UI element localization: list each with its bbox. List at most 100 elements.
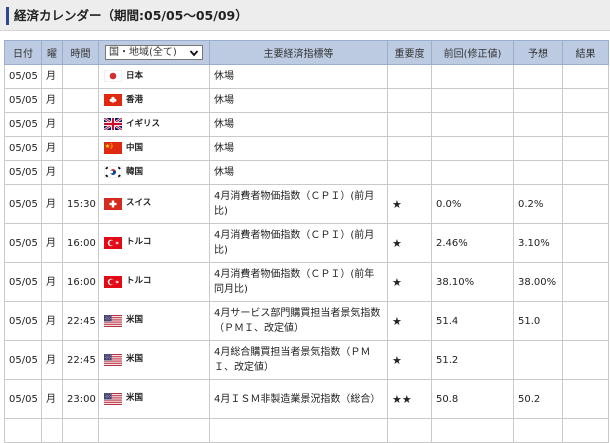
cell-date (4, 418, 42, 443)
cell-result (562, 184, 609, 224)
cell-forecast: 0.2% (513, 184, 563, 224)
hongkong-flag-icon (104, 94, 122, 107)
country-name: 米国 (126, 393, 144, 404)
cell-date: 05/05 (4, 340, 42, 380)
cell-indicator: 4月消費者物価指数（ＣＰＩ）(前年同月比) (209, 262, 388, 302)
cell-date: 05/05 (4, 262, 42, 302)
cell-date: 05/05 (4, 64, 42, 89)
chevron-down-icon (189, 50, 199, 57)
header-indicator: 主要経済指標等 (209, 40, 388, 65)
cell-forecast (513, 88, 563, 113)
cell-result (562, 64, 609, 89)
cell-date: 05/05 (4, 88, 42, 113)
cell-indicator: 休場 (209, 88, 388, 113)
country-name: 日本 (126, 70, 144, 81)
country-name: トルコ (126, 237, 152, 248)
cell-indicator: 4月ＩＳＭ非製造業景況指数（総合） (209, 379, 388, 419)
header-previous: 前回(修正値) (431, 40, 514, 65)
header-date: 日付 (4, 40, 42, 65)
cell-result (562, 88, 609, 113)
country-name: 香港 (126, 94, 144, 105)
cell-importance (387, 88, 432, 113)
cell-indicator: 4月総合購買担当者景気指数（ＰＭＩ、改定値） (209, 340, 388, 380)
economic-calendar-table: 日付 曜 時間 国・地域(全て) 主要経済指標等 重要度 前回(修正値) 予想 … (4, 40, 609, 443)
cell-date: 05/05 (4, 112, 42, 137)
cell-time: 23:00 (62, 379, 99, 419)
cell-importance (387, 160, 432, 185)
cell-importance: ★ (387, 184, 432, 224)
cell-country: 米国 (98, 301, 210, 341)
header-weekday: 曜 (41, 40, 63, 65)
cell-forecast (513, 64, 563, 89)
usa-flag-icon (104, 314, 122, 327)
table-row: 05/05 月 22:45 米国 4月総合購買担当者景気指数（ＰＭＩ、改定値） ★ 51.2 (4, 340, 609, 380)
section-accent-bar (6, 7, 9, 25)
cell-previous (431, 160, 514, 185)
cell-weekday: 月 (41, 88, 63, 113)
table-row: 05/05 月 23:00 米国 4月ＩＳＭ非製造業景況指数（総合） ★★ 50.8 50.2 (4, 379, 609, 419)
turkey-flag-icon (104, 236, 122, 249)
cell-country (98, 418, 210, 443)
cell-time (62, 136, 99, 161)
korea-flag-icon (104, 166, 122, 179)
cell-forecast (513, 136, 563, 161)
country-name: イギリス (126, 118, 161, 129)
cell-importance (387, 136, 432, 161)
cell-date: 05/05 (4, 223, 42, 263)
cell-date: 05/05 (4, 301, 42, 341)
table-row (4, 418, 609, 443)
table-row: 05/05 月 韓国 休場 (4, 160, 609, 185)
cell-previous (431, 88, 514, 113)
table-row: 05/05 月 15:30 スイス 4月消費者物価指数（ＣＰＩ）(前月比) ★ 0.0% 0.… (4, 184, 609, 224)
cell-result (562, 340, 609, 380)
cell-time: 22:45 (62, 340, 99, 380)
cell-date: 05/05 (4, 184, 42, 224)
cell-country: スイス (98, 184, 210, 224)
turkey-flag-icon (104, 275, 122, 288)
table-row: 05/05 月 イギリス 休場 (4, 112, 609, 137)
cell-date: 05/05 (4, 160, 42, 185)
cell-previous (431, 112, 514, 137)
cell-weekday: 月 (41, 64, 63, 89)
cell-time: 15:30 (62, 184, 99, 224)
table-row: 05/05 月 日本 休場 (4, 64, 609, 89)
header-forecast: 予想 (513, 40, 563, 65)
cell-result (562, 136, 609, 161)
cell-time: 16:00 (62, 223, 99, 263)
cell-weekday: 月 (41, 262, 63, 302)
cell-indicator: 休場 (209, 160, 388, 185)
cell-importance: ★ (387, 301, 432, 341)
cell-country: トルコ (98, 262, 210, 302)
cell-previous: 0.0% (431, 184, 514, 224)
cell-forecast: 51.0 (513, 301, 563, 341)
cell-date: 05/05 (4, 136, 42, 161)
cell-weekday: 月 (41, 112, 63, 137)
cell-country: 中国 (98, 136, 210, 161)
cell-weekday: 月 (41, 223, 63, 263)
country-name: トルコ (126, 276, 152, 287)
cell-previous: 2.46% (431, 223, 514, 263)
cell-previous (431, 136, 514, 161)
cell-forecast (513, 160, 563, 185)
country-name: スイス (126, 198, 152, 209)
cell-indicator: 休場 (209, 112, 388, 137)
cell-result (562, 262, 609, 302)
cell-indicator: 4月消費者物価指数（ＣＰＩ）(前月比) (209, 223, 388, 263)
header-importance: 重要度 (387, 40, 432, 65)
country-filter-value: 国・地域(全て) (109, 47, 177, 58)
cell-indicator: 休場 (209, 64, 388, 89)
cell-time (62, 418, 99, 443)
cell-previous (431, 418, 514, 443)
cell-time (62, 112, 99, 137)
country-filter-select[interactable]: 国・地域(全て) (105, 45, 203, 60)
cell-result (562, 160, 609, 185)
cell-forecast: 38.00% (513, 262, 563, 302)
cell-forecast: 50.2 (513, 379, 563, 419)
china-flag-icon (104, 142, 122, 155)
cell-weekday: 月 (41, 379, 63, 419)
cell-weekday: 月 (41, 301, 63, 341)
usa-flag-icon (104, 353, 122, 366)
cell-country: 香港 (98, 88, 210, 113)
cell-importance: ★ (387, 262, 432, 302)
cell-result (562, 223, 609, 263)
